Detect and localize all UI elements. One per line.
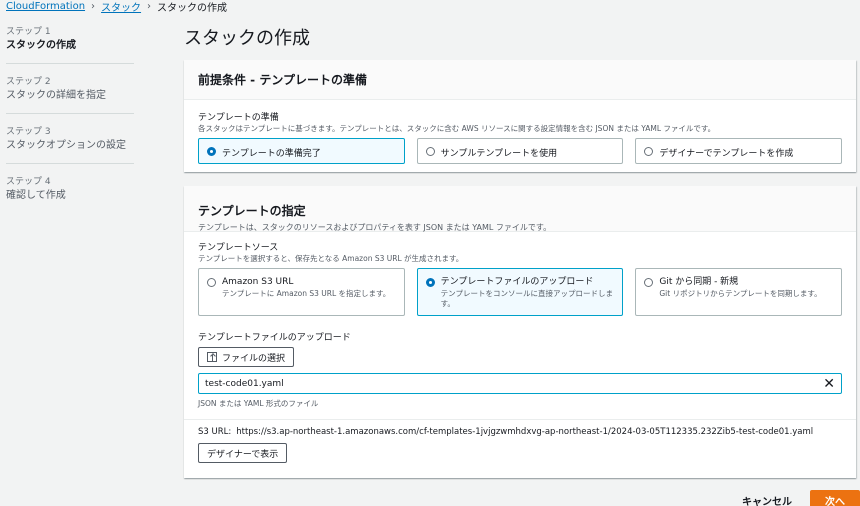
step-title: スタックの詳細を指定 <box>6 90 106 101</box>
wizard-footer: キャンセル 次へ <box>742 490 860 506</box>
specify-template-panel: テンプレートの指定 テンプレートは、スタックのリソースおよびプロパティを表す J… <box>184 186 856 478</box>
radio-icon[interactable] <box>644 278 654 287</box>
template-source-options: Amazon S3 URL テンプレートに Amazon S3 URL を指定し… <box>198 268 843 316</box>
selected-file-field[interactable]: test-code01.yaml ✕ <box>198 373 842 394</box>
step-number: ステップ 1 <box>6 27 51 37</box>
step-2: ステップ 2 スタックの詳細を指定 <box>6 74 134 114</box>
source-git-sync[interactable]: Git から同期 - 新規 Git リポジトリからテンプレートを同期します。 <box>635 268 843 316</box>
wizard-steps: ステップ 1 スタックの作成 ステップ 2 スタックの詳細を指定 ステップ 3 … <box>6 24 134 223</box>
option-label: テンプレートファイルのアップロード <box>440 277 594 287</box>
source-upload-file[interactable]: テンプレートファイルのアップロード テンプレートをコンソールに直接アップロードし… <box>416 268 624 316</box>
prepare-template-desc: 各スタックはテンプレートに基づきます。テンプレートとは、スタックに含む AWS … <box>198 124 716 133</box>
s3-url-label: S3 URL: <box>198 427 232 437</box>
option-label: Git から同期 - 新規 <box>659 277 739 287</box>
file-format-hint: JSON または YAML 形式のファイル <box>198 399 319 408</box>
choose-file-label: ファイルの選択 <box>222 353 286 364</box>
step-title: 確認して作成 <box>6 190 66 201</box>
option-label: デザイナーでテンプレートを作成 <box>659 149 794 159</box>
view-in-designer-button[interactable]: デザイナーで表示 <box>198 443 288 463</box>
panel-title: 前提条件 - テンプレートの準備 <box>198 73 367 87</box>
cancel-button[interactable]: キャンセル <box>742 493 792 506</box>
source-amazon-s3-url[interactable]: Amazon S3 URL テンプレートに Amazon S3 URL を指定し… <box>198 268 405 316</box>
page-title: スタックの作成 <box>184 28 310 49</box>
s3-url-value: https://s3.ap-northeast-1.amazonaws.com/… <box>236 427 814 437</box>
option-sample-template[interactable]: サンプルテンプレートを使用 <box>416 138 624 164</box>
chevron-right-icon: › <box>147 0 152 12</box>
choose-file-button[interactable]: ファイルの選択 <box>198 347 295 367</box>
option-template-ready[interactable]: テンプレートの準備完了 <box>198 138 405 164</box>
step-number: ステップ 4 <box>6 177 51 187</box>
chevron-right-icon: › <box>91 0 96 12</box>
option-label: テンプレートの準備完了 <box>222 149 321 159</box>
radio-icon[interactable] <box>425 146 435 156</box>
breadcrumb: CloudFormation › スタック › スタックの作成 <box>6 0 228 14</box>
selected-file-name: test-code01.yaml <box>205 378 284 389</box>
radio-icon[interactable] <box>207 278 216 287</box>
step-3: ステップ 3 スタックオプションの設定 <box>6 124 134 164</box>
template-source-label: テンプレートソース <box>198 243 279 253</box>
prepare-template-label: テンプレートの準備 <box>198 113 279 123</box>
radio-selected-icon[interactable] <box>207 146 216 156</box>
s3-url-row: S3 URL: https://s3.ap-northeast-1.amazon… <box>198 427 842 437</box>
upload-icon <box>207 352 217 362</box>
prerequisite-panel: 前提条件 - テンプレートの準備 テンプレートの準備 各スタックはテンプレートに… <box>184 60 856 172</box>
option-description: テンプレートをコンソールに直接アップロードします。 <box>440 289 613 308</box>
template-source-desc: テンプレートを選択すると、保存先となる Amazon S3 URL が生成されま… <box>198 254 464 263</box>
radio-selected-icon[interactable] <box>425 278 435 287</box>
step-4: ステップ 4 確認して作成 <box>6 174 134 213</box>
panel-header: テンプレートの指定 テンプレートは、スタックのリソースおよびプロパティを表す J… <box>184 186 856 232</box>
panel-header: 前提条件 - テンプレートの準備 <box>184 60 856 100</box>
option-designer-template[interactable]: デザイナーでテンプレートを作成 <box>635 138 843 164</box>
prepare-template-options: テンプレートの準備完了 サンプルテンプレートを使用 デザイナーでテンプレートを作… <box>198 138 843 164</box>
radio-icon[interactable] <box>644 146 654 156</box>
step-number: ステップ 3 <box>6 127 51 137</box>
panel-title: テンプレートの指定 <box>198 204 306 218</box>
option-label: サンプルテンプレートを使用 <box>440 149 558 159</box>
next-button[interactable]: 次へ <box>810 490 860 506</box>
step-title: スタックの作成 <box>6 40 76 51</box>
option-description: テンプレートに Amazon S3 URL を指定します。 <box>222 289 391 298</box>
option-description: Git リポジトリからテンプレートを同期します。 <box>659 289 822 298</box>
option-label: Amazon S3 URL <box>222 277 294 287</box>
step-title: スタックオプションの設定 <box>6 140 126 151</box>
upload-file-label: テンプレートファイルのアップロード <box>198 333 351 343</box>
breadcrumb-cloudformation-link[interactable]: CloudFormation <box>6 1 85 12</box>
breadcrumb-stacks-link[interactable]: スタック <box>101 0 141 14</box>
view-in-designer-label: デザイナーで表示 <box>207 449 279 460</box>
step-number: ステップ 2 <box>6 77 51 87</box>
divider <box>184 419 856 420</box>
close-icon[interactable]: ✕ <box>823 377 835 391</box>
step-1: ステップ 1 スタックの作成 <box>6 24 134 64</box>
breadcrumb-current: スタックの作成 <box>157 2 228 14</box>
